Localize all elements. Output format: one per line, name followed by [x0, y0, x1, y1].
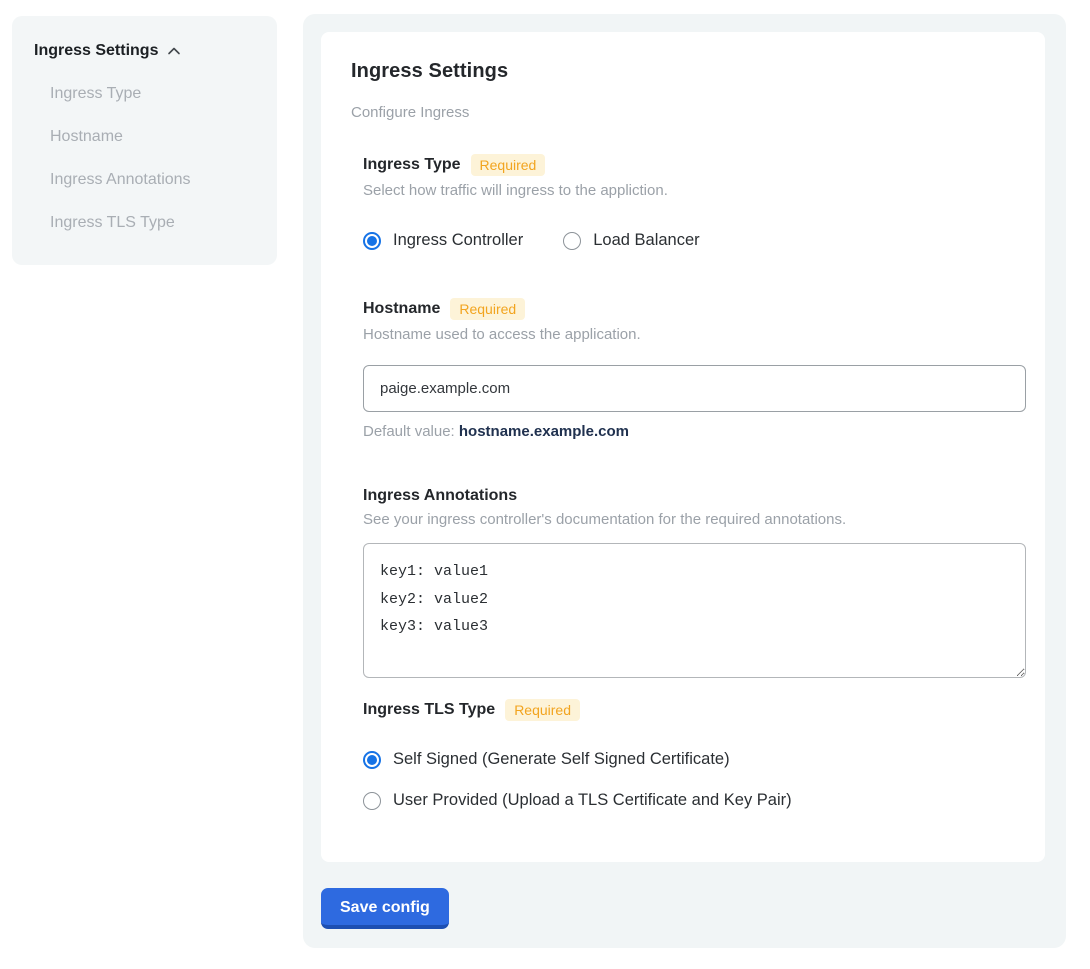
radio-label: Self Signed (Generate Self Signed Certif…	[393, 750, 730, 769]
ingress-annotations-section: Ingress Annotations See your ingress con…	[363, 487, 1015, 678]
sidebar-section-label: Ingress Settings	[34, 42, 158, 60]
ingress-type-section: Ingress Type Required Select how traffic…	[363, 154, 1015, 250]
ingress-type-radio-group: Ingress Controller Load Balancer	[363, 231, 1015, 250]
ingress-annotations-label: Ingress Annotations	[363, 487, 517, 505]
sidebar-item-ingress-type[interactable]: Ingress Type	[50, 85, 255, 103]
radio-ingress-controller[interactable]: Ingress Controller	[363, 231, 523, 250]
sidebar-item-hostname[interactable]: Hostname	[50, 128, 255, 146]
ingress-type-description: Select how traffic will ingress to the a…	[363, 182, 1015, 199]
radio-circle-icon[interactable]	[363, 751, 381, 769]
radio-load-balancer[interactable]: Load Balancer	[563, 231, 699, 250]
ingress-annotations-description: See your ingress controller's documentat…	[363, 511, 1015, 528]
ingress-annotations-textarea[interactable]: key1: value1 key2: value2 key3: value3	[363, 543, 1026, 678]
radio-user-provided[interactable]: User Provided (Upload a TLS Certificate …	[363, 791, 1015, 810]
radio-label: User Provided (Upload a TLS Certificate …	[393, 791, 792, 810]
ingress-tls-type-radio-group: Self Signed (Generate Self Signed Certif…	[363, 750, 1015, 810]
required-badge: Required	[471, 154, 546, 176]
radio-self-signed[interactable]: Self Signed (Generate Self Signed Certif…	[363, 750, 1015, 769]
required-badge: Required	[450, 298, 525, 320]
hostname-label: Hostname	[363, 300, 440, 318]
main-panel: Ingress Settings Configure Ingress Ingre…	[303, 14, 1066, 948]
radio-circle-icon[interactable]	[363, 792, 381, 810]
radio-circle-icon[interactable]	[563, 232, 581, 250]
page-subtitle: Configure Ingress	[351, 104, 1015, 121]
ingress-type-label: Ingress Type	[363, 156, 461, 174]
ingress-tls-type-section: Ingress TLS Type Required Self Signed (G…	[363, 699, 1015, 810]
page-title: Ingress Settings	[351, 60, 1015, 83]
radio-label: Load Balancer	[593, 231, 699, 250]
sidebar-section-ingress-settings[interactable]: Ingress Settings	[34, 42, 255, 60]
hostname-default-row: Default value: hostname.example.com	[363, 423, 1015, 440]
ingress-settings-card: Ingress Settings Configure Ingress Ingre…	[321, 32, 1045, 862]
sidebar-item-ingress-annotations[interactable]: Ingress Annotations	[50, 171, 255, 189]
default-value-text: hostname.example.com	[459, 423, 629, 440]
settings-sidebar: Ingress Settings Ingress Type Hostname I…	[12, 16, 277, 265]
radio-circle-icon[interactable]	[363, 232, 381, 250]
hostname-description: Hostname used to access the application.	[363, 326, 1015, 343]
hostname-input[interactable]	[363, 365, 1026, 412]
save-config-button[interactable]: Save config	[321, 888, 449, 929]
chevron-up-icon	[166, 43, 182, 59]
sidebar-item-ingress-tls-type[interactable]: Ingress TLS Type	[50, 214, 255, 232]
ingress-tls-type-label: Ingress TLS Type	[363, 701, 495, 719]
radio-label: Ingress Controller	[393, 231, 523, 250]
hostname-section: Hostname Required Hostname used to acces…	[363, 298, 1015, 440]
default-value-label: Default value:	[363, 423, 459, 440]
required-badge: Required	[505, 699, 580, 721]
